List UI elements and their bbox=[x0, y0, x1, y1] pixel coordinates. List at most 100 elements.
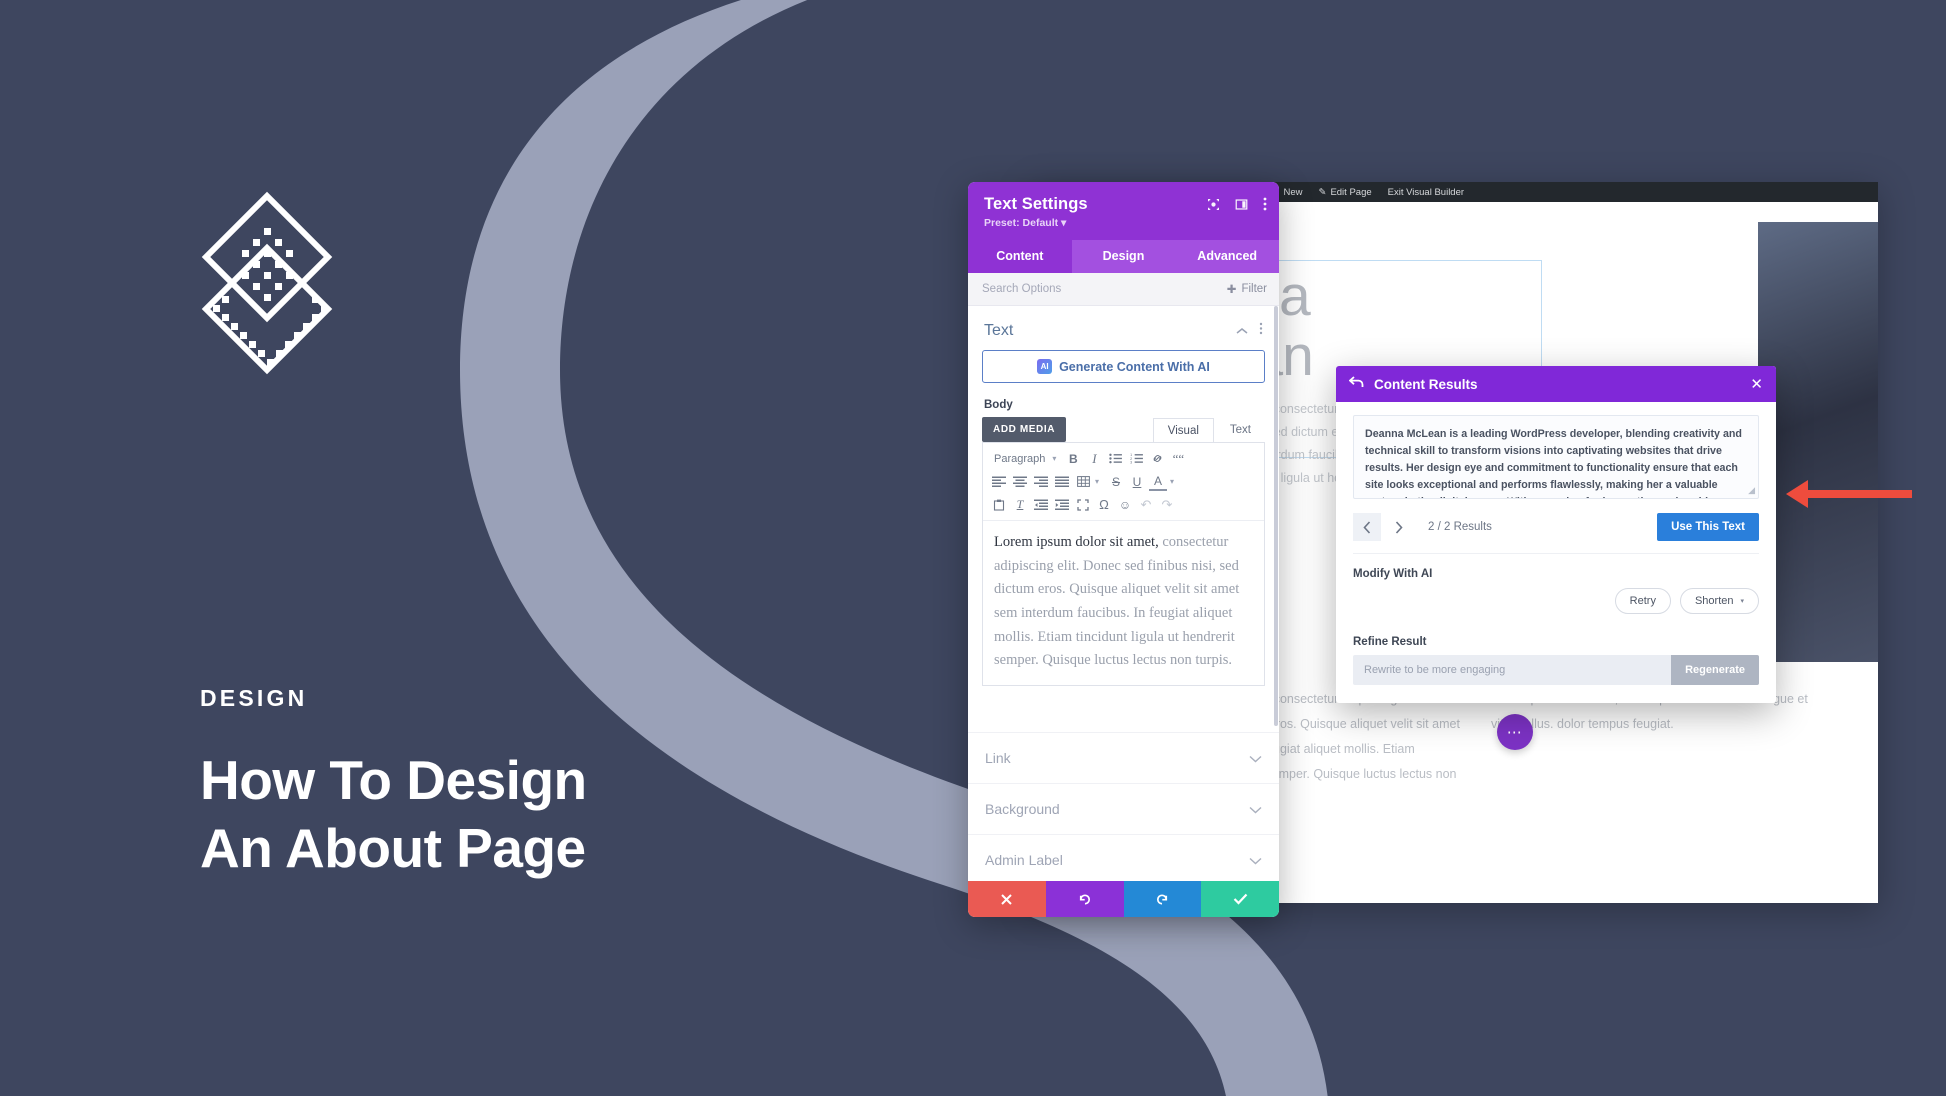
red-arrow-annotation bbox=[1784, 479, 1914, 514]
adminbar-item-exit-visual-builder[interactable]: Exit Visual Builder bbox=[1380, 187, 1472, 198]
add-media-button[interactable]: ADD MEDIA bbox=[982, 417, 1067, 442]
editor-toolbar: Paragraph ▾ B I 123 ““ ▾ S U A ▾ T Ω ☺ ↶… bbox=[983, 443, 1264, 521]
discard-changes-button[interactable] bbox=[968, 881, 1046, 917]
wysiwyg-editor: Paragraph ▾ B I 123 ““ ▾ S U A ▾ T Ω ☺ ↶… bbox=[982, 442, 1265, 686]
link-icon[interactable] bbox=[1148, 450, 1166, 468]
more-vertical-icon[interactable] bbox=[1263, 197, 1267, 211]
section-title-text: Text bbox=[984, 322, 1014, 339]
tab-design[interactable]: Design bbox=[1072, 240, 1176, 273]
chevron-down-icon: ▾ bbox=[1740, 598, 1744, 605]
emoji-icon[interactable]: ☺ bbox=[1116, 496, 1134, 514]
tab-content[interactable]: Content bbox=[968, 240, 1072, 273]
save-button[interactable] bbox=[1201, 881, 1279, 917]
bold-icon[interactable]: B bbox=[1064, 450, 1082, 468]
panel-layout-icon[interactable] bbox=[1235, 198, 1248, 211]
table-icon[interactable] bbox=[1074, 473, 1092, 491]
chevron-down-icon bbox=[1249, 852, 1262, 868]
clear-formatting-icon[interactable]: T bbox=[1011, 496, 1029, 514]
plus-icon: ✚ bbox=[1226, 284, 1237, 296]
panel-scrollbar[interactable] bbox=[1274, 306, 1278, 726]
align-right-icon[interactable] bbox=[1032, 473, 1050, 491]
blockquote-icon[interactable]: ““ bbox=[1169, 450, 1187, 468]
search-input[interactable]: Search Options bbox=[982, 283, 1061, 295]
toolbar-row-3: T Ω ☺ ↶ ↷ bbox=[990, 494, 1257, 515]
indent-icon[interactable] bbox=[1053, 496, 1071, 514]
fullscreen-icon[interactable] bbox=[1074, 496, 1092, 514]
chevron-up-icon[interactable] bbox=[1236, 322, 1248, 340]
retry-button[interactable]: Retry bbox=[1614, 588, 1671, 614]
panel-tabs: Content Design Advanced bbox=[968, 240, 1279, 273]
editor-mode-tabs: Visual Text bbox=[1152, 418, 1265, 442]
tab-advanced[interactable]: Advanced bbox=[1175, 240, 1279, 273]
eyebrow-label: DESIGN bbox=[200, 685, 308, 711]
chevron-down-icon[interactable]: ▾ bbox=[1095, 477, 1099, 486]
text-color-icon[interactable]: A bbox=[1149, 473, 1168, 491]
undo-icon[interactable]: ↶ bbox=[1137, 496, 1155, 514]
resize-handle-icon[interactable]: ◢ bbox=[1748, 485, 1755, 496]
numbered-list-icon[interactable]: 123 bbox=[1127, 450, 1145, 468]
editor-tab-visual[interactable]: Visual bbox=[1152, 418, 1214, 442]
more-horizontal-icon[interactable]: ⋯ bbox=[1497, 714, 1533, 750]
use-this-text-button[interactable]: Use This Text bbox=[1657, 513, 1759, 541]
refine-result-section: Refine Result Rewrite to be more engagin… bbox=[1353, 614, 1759, 703]
redo-icon[interactable]: ↷ bbox=[1158, 496, 1176, 514]
divi-logo bbox=[201, 191, 333, 375]
special-character-icon[interactable]: Ω bbox=[1095, 496, 1113, 514]
generate-content-with-ai-button[interactable]: AI Generate Content With AI bbox=[982, 350, 1265, 383]
section-controls bbox=[1236, 322, 1263, 340]
pencil-icon: ✎ bbox=[1318, 186, 1327, 198]
align-left-icon[interactable] bbox=[990, 473, 1008, 491]
chevron-down-icon[interactable]: ▾ bbox=[1052, 454, 1056, 463]
bulleted-list-icon[interactable] bbox=[1106, 450, 1124, 468]
next-result-button[interactable] bbox=[1385, 513, 1413, 541]
modal-title: Content Results bbox=[1374, 376, 1478, 392]
svg-text:3: 3 bbox=[1130, 461, 1132, 464]
divi-text-settings-panel: Text Settings Preset: Default ▾ Content … bbox=[968, 182, 1279, 917]
modify-actions: Retry Shorten ▾ bbox=[1353, 580, 1759, 614]
refine-row: Rewrite to be more engaging Regenerate bbox=[1353, 655, 1759, 685]
result-textarea[interactable]: Deanna McLean is a leading WordPress dev… bbox=[1353, 415, 1759, 499]
chevron-down-icon bbox=[1249, 801, 1262, 817]
hero-photo bbox=[1758, 222, 1878, 662]
modal-header: Content Results ✕ bbox=[1336, 366, 1776, 402]
paste-as-text-icon[interactable] bbox=[990, 496, 1008, 514]
shorten-dropdown[interactable]: Shorten ▾ bbox=[1679, 588, 1759, 614]
accordion-background[interactable]: Background bbox=[968, 782, 1279, 834]
undo-button[interactable] bbox=[1045, 881, 1124, 917]
redo-button[interactable] bbox=[1123, 881, 1202, 917]
outdent-icon[interactable] bbox=[1032, 496, 1050, 514]
editor-tab-text[interactable]: Text bbox=[1216, 418, 1265, 442]
editor-text-content[interactable]: Lorem ipsum dolor sit amet, consectetur … bbox=[983, 521, 1264, 685]
search-options-row: Search Options ✚ Filter bbox=[968, 273, 1279, 306]
align-justify-icon[interactable] bbox=[1053, 473, 1071, 491]
regenerate-button[interactable]: Regenerate bbox=[1671, 655, 1759, 685]
panel-header: Text Settings Preset: Default ▾ bbox=[968, 182, 1279, 240]
refine-result-heading: Refine Result bbox=[1353, 636, 1427, 648]
underline-icon[interactable]: U bbox=[1128, 473, 1146, 491]
accordion-link[interactable]: Link bbox=[968, 731, 1279, 783]
adminbar-item-edit-page[interactable]: ✎ Edit Page bbox=[1310, 187, 1379, 198]
result-text: Deanna McLean is a leading WordPress dev… bbox=[1365, 428, 1742, 498]
filter-button[interactable]: ✚ Filter bbox=[1227, 282, 1267, 296]
modify-with-ai-heading: Modify With AI bbox=[1353, 568, 1433, 580]
accordion-admin-label[interactable]: Admin Label bbox=[968, 833, 1279, 881]
ai-badge-icon: AI bbox=[1037, 359, 1053, 374]
panel-preset-selector[interactable]: Preset: Default ▾ bbox=[984, 217, 1263, 229]
panel-body: Text AI Generate Content With AI Body AD… bbox=[968, 306, 1279, 881]
paragraph-format-select[interactable]: Paragraph bbox=[990, 453, 1049, 465]
body-field-label: Body bbox=[984, 399, 1013, 411]
toolbar-row-2: ▾ S U A ▾ bbox=[990, 471, 1257, 492]
more-vertical-icon[interactable] bbox=[1259, 322, 1263, 340]
strikethrough-icon[interactable]: S bbox=[1107, 473, 1125, 491]
align-center-icon[interactable] bbox=[1011, 473, 1029, 491]
refine-input[interactable]: Rewrite to be more engaging bbox=[1353, 655, 1672, 685]
previous-result-button[interactable] bbox=[1353, 513, 1381, 541]
close-icon[interactable]: ✕ bbox=[1750, 377, 1763, 392]
branding-block: DESIGN How To Design An About Page bbox=[200, 190, 820, 882]
target-icon[interactable] bbox=[1207, 198, 1220, 211]
chevron-down-icon[interactable]: ▾ bbox=[1170, 477, 1174, 486]
story-column-2: Etiam quis blandit erat, consequat in ve… bbox=[1491, 692, 1808, 731]
ai-button-label: Generate Content With AI bbox=[1059, 359, 1210, 374]
italic-icon[interactable]: I bbox=[1085, 450, 1103, 468]
back-arrow-icon[interactable] bbox=[1348, 375, 1364, 393]
